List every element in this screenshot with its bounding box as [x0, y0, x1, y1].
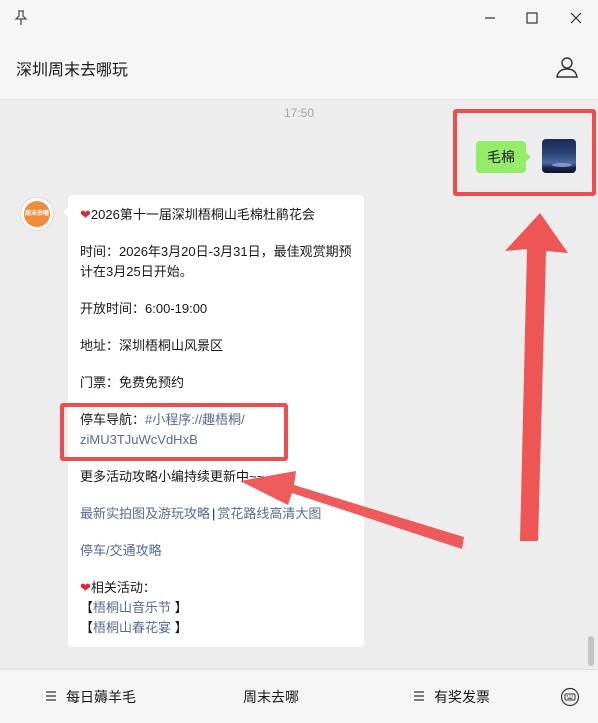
- menu-item-label: 有奖发票: [434, 689, 490, 705]
- chat-title: 深圳周末去哪玩: [16, 62, 129, 79]
- music-festival-link[interactable]: 梧桐山音乐节: [93, 600, 171, 615]
- official-account-avatar[interactable]: 周末去哪: [20, 197, 54, 231]
- bracket-open: 【: [80, 620, 94, 635]
- event-title-text: 2026第十一届深圳梧桐山毛棉杜鹃花会: [90, 207, 315, 222]
- title-bar: [0, 0, 598, 36]
- keyboard-icon[interactable]: [560, 687, 580, 707]
- traffic-guide-link[interactable]: 停车/交通攻略: [80, 541, 352, 561]
- event-title: ❤2026第十一届深圳梧桐山毛棉杜鹃花会: [80, 205, 352, 225]
- photos-guide-link[interactable]: 最新实拍图及游玩攻略: [80, 506, 210, 521]
- more-updates: 更多活动攻略小编持续更新中~~: [80, 469, 265, 484]
- link-separator: |: [212, 506, 216, 521]
- bracket-close: 】: [174, 600, 188, 615]
- person-icon[interactable]: [554, 54, 580, 80]
- open-hours: 开放时间：6:00-19:00: [80, 301, 208, 316]
- bottom-menu: 每日薅羊毛 周末去哪 有奖发票: [0, 669, 598, 723]
- bracket-close: 】: [174, 620, 188, 635]
- menu-item-label: 周末去哪: [243, 689, 299, 705]
- avatar-label: 周末去哪: [24, 211, 49, 217]
- menu-icon: [46, 691, 56, 701]
- route-map-link[interactable]: 赏花路线高清大图: [217, 506, 321, 521]
- menu-item-label: 每日薅羊毛: [66, 689, 136, 705]
- maximize-icon[interactable]: [522, 8, 542, 28]
- chat-scrollbar[interactable]: [588, 636, 594, 666]
- annotation-box-top: [453, 109, 596, 196]
- ticket-info: 门票：免费免预约: [80, 375, 185, 390]
- chat-area[interactable]: 17:50 毛棉 周末去哪 ❤2026第十一届深圳梧桐山毛棉杜鹃花会 时间：20…: [0, 101, 598, 669]
- address: 地址：深圳梧桐山风景区: [80, 338, 224, 353]
- minimize-icon[interactable]: [480, 8, 500, 28]
- menu-item-invoice[interactable]: 有奖发票: [414, 670, 490, 723]
- pin-icon[interactable]: [12, 9, 30, 27]
- related-title-text: 相关活动：: [90, 580, 156, 595]
- bracket-open: 【: [80, 600, 94, 615]
- heart-icon: ❤: [80, 580, 91, 595]
- annotation-box-parking: [60, 403, 288, 461]
- menu-icon: [414, 691, 424, 701]
- spring-banquet-link[interactable]: 梧桐山春花宴: [93, 620, 171, 635]
- event-time-cont: 计在3月25日开始。: [80, 264, 193, 279]
- related-item: 【梧桐山春花宴 】: [80, 618, 352, 638]
- menu-item-daily-deals[interactable]: 每日薅羊毛: [46, 670, 136, 723]
- annotation-arrow-up: [505, 213, 568, 541]
- heart-icon: ❤: [80, 207, 91, 222]
- related-title: ❤相关活动：: [80, 578, 352, 598]
- related-item: 【梧桐山音乐节 】: [80, 598, 352, 618]
- chat-header: 深圳周末去哪玩: [0, 36, 598, 100]
- event-time: 时间：2026年3月20日-3月31日，最佳观赏期预: [80, 244, 352, 259]
- close-icon[interactable]: [566, 8, 586, 28]
- menu-item-weekend[interactable]: 周末去哪: [243, 670, 299, 723]
